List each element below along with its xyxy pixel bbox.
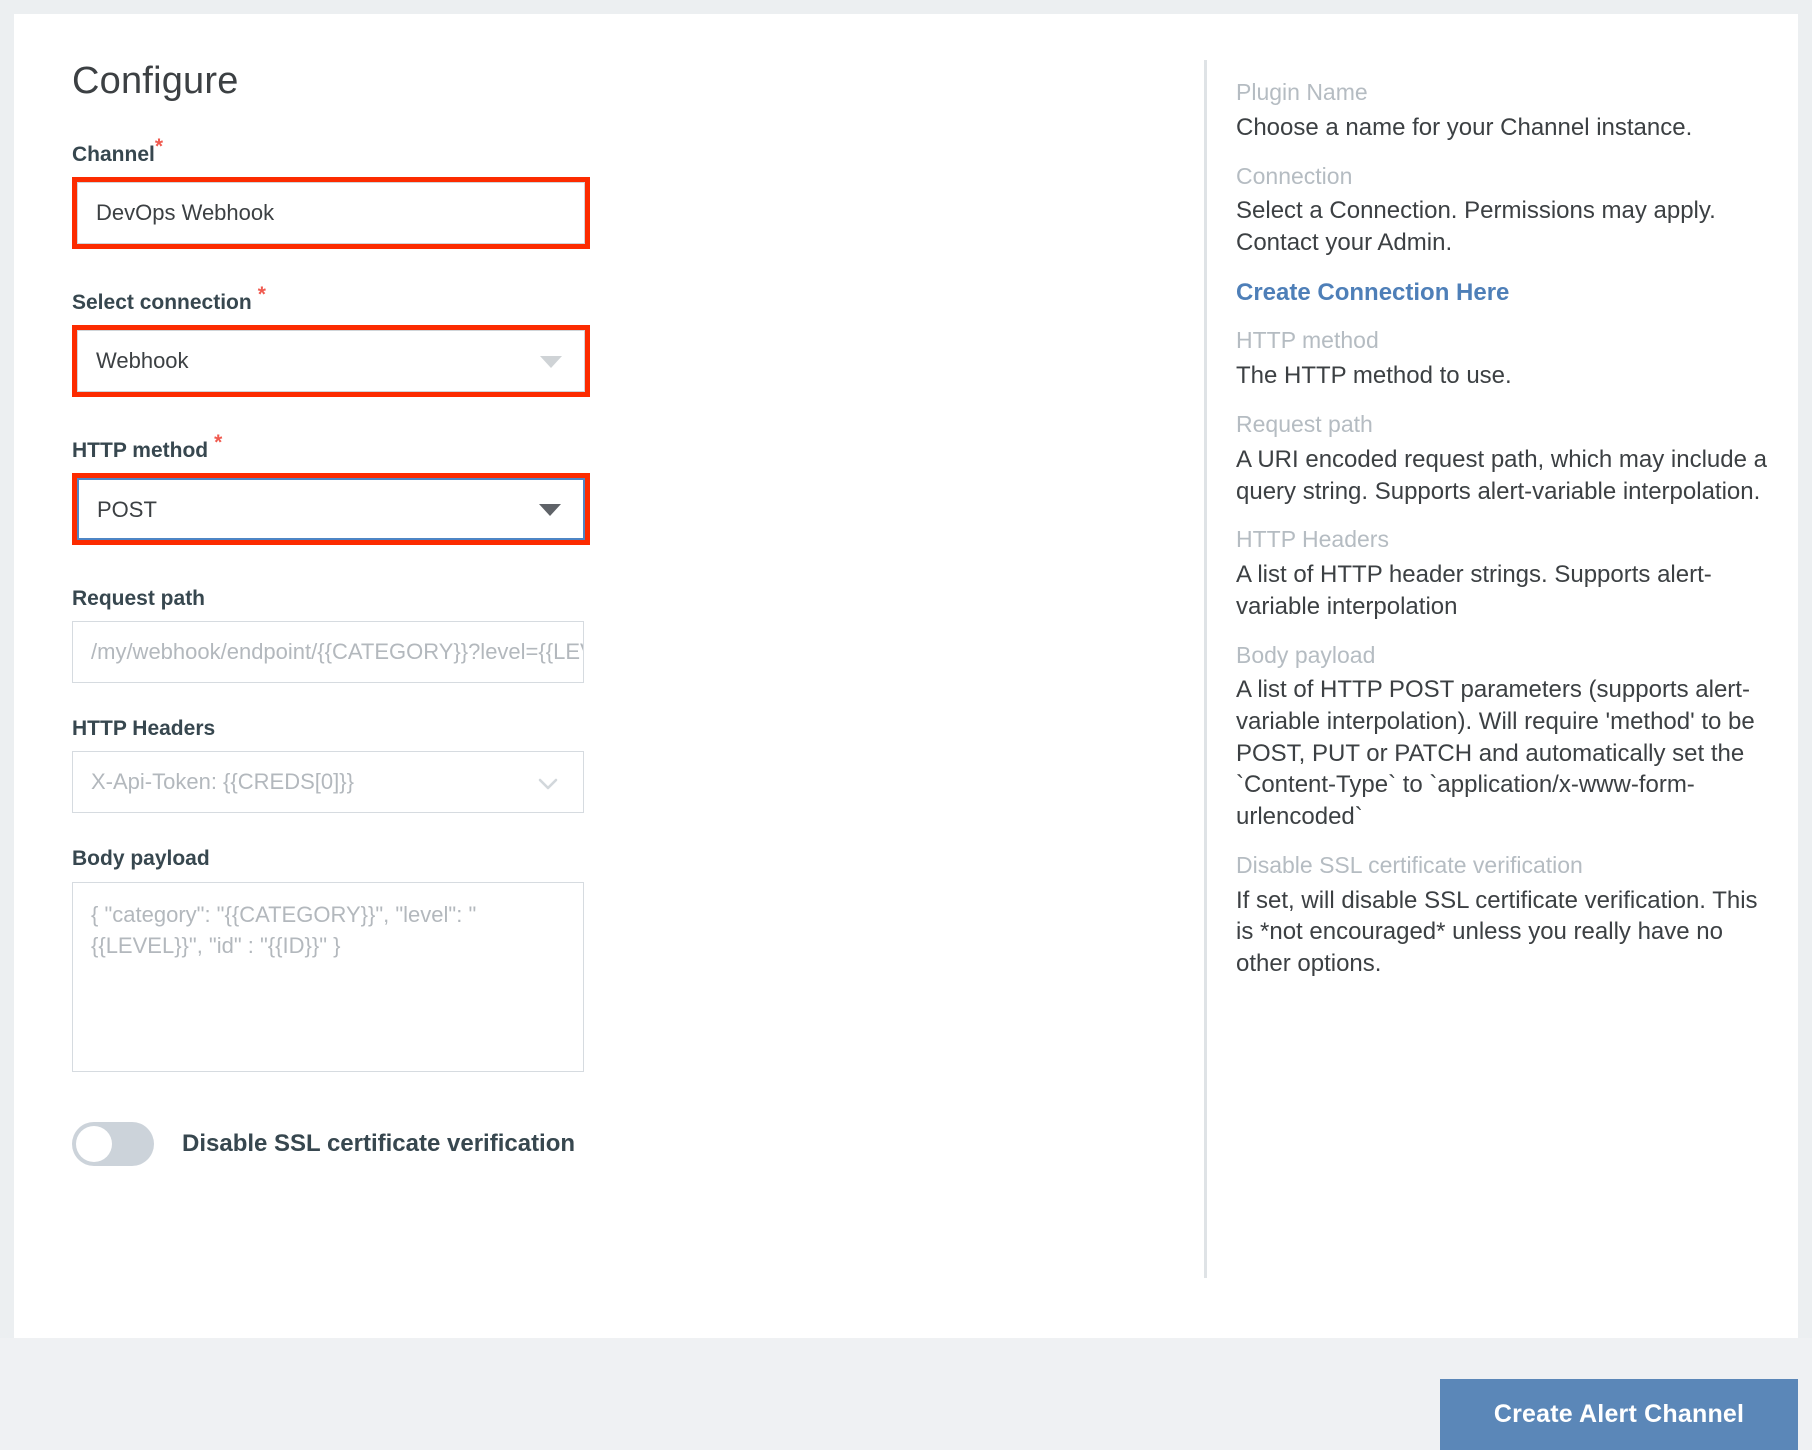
http-method-label-text: HTTP method [72, 439, 209, 463]
help-entry-plugin-name: Plugin Name Choose a name for your Chann… [1236, 78, 1776, 144]
connection-label-text: Select connection [72, 291, 252, 315]
help-entry-http-method: HTTP method The HTTP method to use. [1236, 326, 1776, 392]
help-definition: A list of HTTP POST parameters (supports… [1236, 676, 1755, 831]
disable-ssl-row: Disable SSL certificate verification [72, 1121, 1172, 1166]
help-definition: A URI encoded request path, which may in… [1236, 445, 1767, 505]
help-term: Request path [1236, 411, 1373, 438]
required-asterisk: * [257, 283, 266, 307]
page-title: Configure [72, 60, 239, 102]
create-alert-channel-button[interactable]: Create Alert Channel [1440, 1379, 1798, 1450]
connection-label: Select connection * [72, 284, 1172, 315]
help-term: Plugin Name [1236, 79, 1368, 105]
help-term: HTTP method [1236, 327, 1379, 354]
chevron-down-icon [537, 773, 559, 795]
disable-ssl-label: Disable SSL certificate verification [182, 1129, 576, 1157]
help-definition: Select a Connection. Permissions may app… [1236, 197, 1716, 257]
connection-highlight-box: Webhook [72, 325, 590, 398]
http-method-label: HTTP method * [72, 432, 1172, 463]
field-select-connection: Select connection * Webhook [72, 284, 1172, 398]
help-term: Body payload [1236, 641, 1376, 668]
help-definition: If set, will disable SSL certificate ver… [1236, 886, 1758, 977]
required-asterisk: * [214, 431, 223, 455]
connection-select[interactable]: Webhook [77, 330, 585, 393]
request-path-label: Request path [72, 587, 206, 611]
field-body-payload: Body payload { "category": "{{CATEGORY}}… [72, 847, 1172, 1072]
configure-card: Configure Channel* DevOps Webhook Select… [14, 14, 1798, 1338]
help-entry-request-path: Request path A URI encoded request path,… [1236, 410, 1776, 507]
triangle-down-icon [540, 356, 562, 369]
page-root: Configure Channel* DevOps Webhook Select… [0, 0, 1812, 1450]
connection-selected-value: Webhook [96, 348, 189, 374]
http-headers-placeholder: X-Api-Token: {{CREDS[0]}} [91, 769, 354, 795]
help-entry-http-headers: HTTP Headers A list of HTTP header strin… [1236, 525, 1776, 622]
http-method-selected-value: POST [97, 497, 157, 523]
channel-label: Channel* [72, 136, 1172, 166]
help-definition: The HTTP method to use. [1236, 362, 1512, 390]
help-panel: Plugin Name Choose a name for your Chann… [1236, 78, 1776, 998]
http-headers-input[interactable]: X-Api-Token: {{CREDS[0]}} [72, 751, 584, 814]
help-definition: A list of HTTP header strings. Supports … [1236, 561, 1712, 620]
required-asterisk: * [154, 135, 164, 158]
channel-highlight-box: DevOps Webhook [72, 177, 590, 250]
help-definition: Choose a name for your Channel instance. [1236, 113, 1693, 141]
field-http-headers: HTTP Headers X-Api-Token: {{CREDS[0]}} [72, 717, 1172, 814]
help-term: Connection [1236, 162, 1353, 189]
http-method-select[interactable]: POST [77, 478, 585, 541]
column-divider [1204, 60, 1207, 1278]
toggle-knob [76, 1125, 112, 1162]
disable-ssl-toggle[interactable] [72, 1121, 154, 1166]
create-connection-link[interactable]: Create Connection Here [1236, 277, 1776, 309]
channel-input[interactable]: DevOps Webhook [77, 182, 585, 245]
help-term: Disable SSL certificate verification [1236, 851, 1583, 878]
channel-label-text: Channel [72, 143, 155, 166]
help-entry-body-payload: Body payload A list of HTTP POST paramet… [1236, 641, 1776, 833]
field-request-path: Request path /my/webhook/endpoint/{{CATE… [72, 587, 1172, 684]
request-path-input[interactable]: /my/webhook/endpoint/{{CATEGORY}}?level=… [72, 621, 584, 684]
triangle-down-icon [539, 504, 561, 517]
help-entry-disable-ssl: Disable SSL certificate verification If … [1236, 851, 1776, 980]
http-method-highlight-box: POST [72, 473, 590, 546]
body-payload-textarea[interactable]: { "category": "{{CATEGORY}}", "level": "… [72, 881, 584, 1072]
field-channel: Channel* DevOps Webhook [72, 136, 1172, 250]
help-term: HTTP Headers [1236, 526, 1389, 553]
help-entry-connection: Connection Select a Connection. Permissi… [1236, 162, 1776, 309]
http-headers-label: HTTP Headers [72, 717, 216, 741]
configure-form: Configure Channel* DevOps Webhook Select… [72, 60, 1172, 1166]
field-http-method: HTTP method * POST [72, 432, 1172, 546]
body-payload-label: Body payload [72, 847, 210, 871]
